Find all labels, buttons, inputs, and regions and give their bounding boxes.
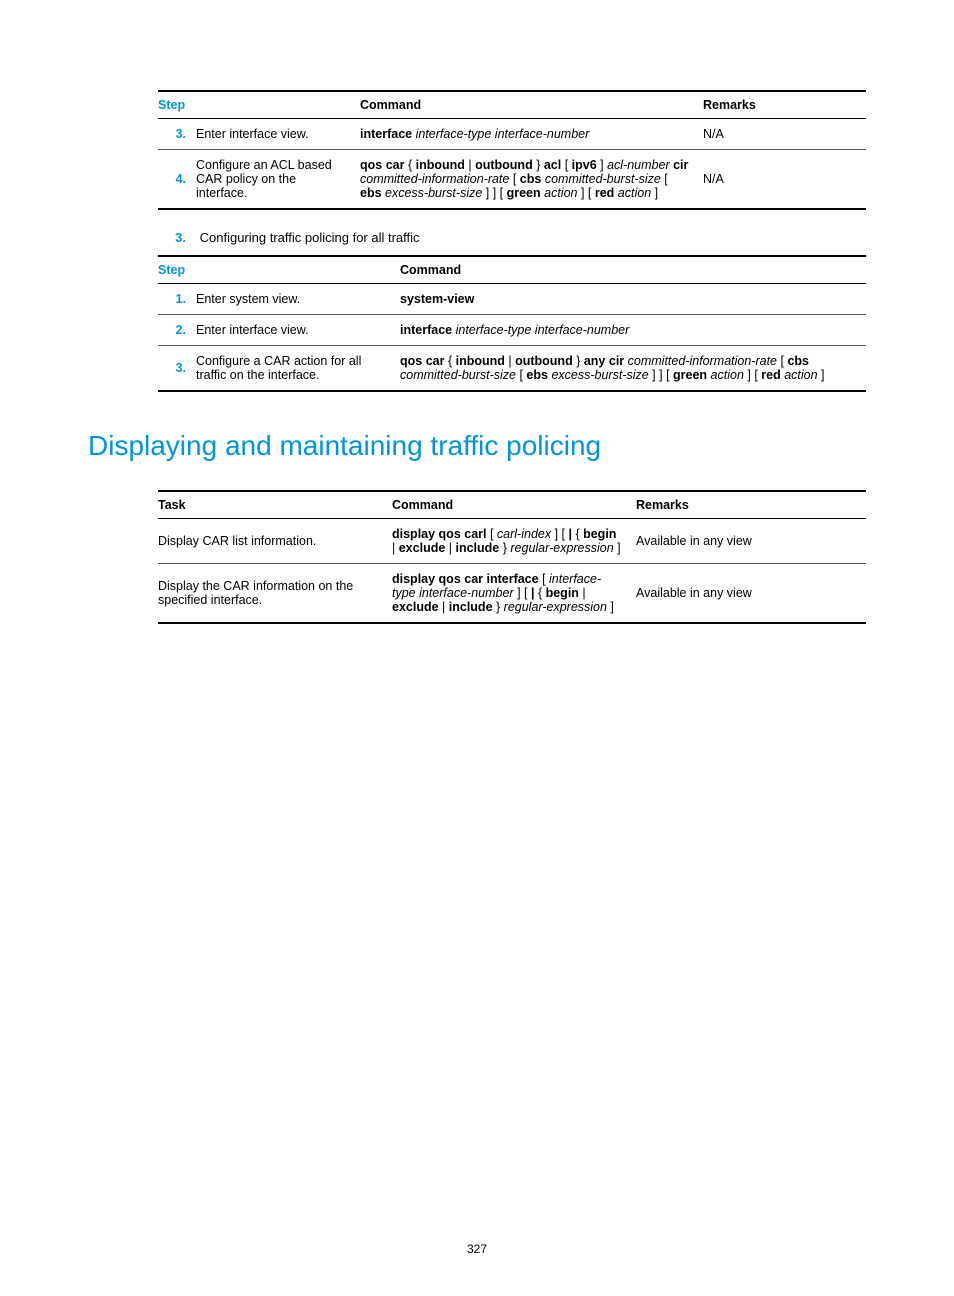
th-step: Step xyxy=(158,91,360,119)
step-table-2: Step Command 1.Enter system view.system-… xyxy=(158,255,866,392)
step-number: 4. xyxy=(158,150,196,210)
th-step: Step xyxy=(158,256,400,284)
step-description: Enter interface view. xyxy=(196,119,360,150)
page-number: 327 xyxy=(0,1242,954,1256)
intro-num: 3. xyxy=(158,230,186,245)
table-row: 3.Configure a CAR action for all traffic… xyxy=(158,346,866,392)
remarks-cell: Available in any view xyxy=(636,519,866,564)
command-cell: display qos carl [ carl-index ] [ | { be… xyxy=(392,519,636,564)
step-table-1: Step Command Remarks 3.Enter interface v… xyxy=(158,90,866,210)
task-cell: Display CAR list information. xyxy=(158,519,392,564)
command-cell: display qos car interface [ interface-ty… xyxy=(392,564,636,624)
th-command: Command xyxy=(400,256,866,284)
command-cell: qos car { inbound | outbound } acl [ ipv… xyxy=(360,150,703,210)
remarks-cell: N/A xyxy=(703,119,866,150)
step-description: Enter system view. xyxy=(196,284,400,315)
task-cell: Display the CAR information on the speci… xyxy=(158,564,392,624)
command-cell: interface interface-type interface-numbe… xyxy=(360,119,703,150)
th-task: Task xyxy=(158,491,392,519)
command-cell: system-view xyxy=(400,284,866,315)
th-command: Command xyxy=(360,91,703,119)
step-number: 2. xyxy=(158,315,196,346)
step-number: 1. xyxy=(158,284,196,315)
section-title: Displaying and maintaining traffic polic… xyxy=(88,430,866,462)
step-description: Configure a CAR action for all traffic o… xyxy=(196,346,400,392)
table-row: Display CAR list information.display qos… xyxy=(158,519,866,564)
remarks-cell: N/A xyxy=(703,150,866,210)
table-row: 4.Configure an ACL based CAR policy on t… xyxy=(158,150,866,210)
intro-line: 3. Configuring traffic policing for all … xyxy=(158,230,866,245)
table-row: Display the CAR information on the speci… xyxy=(158,564,866,624)
table-row: 3.Enter interface view.interface interfa… xyxy=(158,119,866,150)
step-number: 3. xyxy=(158,346,196,392)
command-cell: interface interface-type interface-numbe… xyxy=(400,315,866,346)
table-row: 2.Enter interface view.interface interfa… xyxy=(158,315,866,346)
remarks-cell: Available in any view xyxy=(636,564,866,624)
intro-text: Configuring traffic policing for all tra… xyxy=(200,230,420,245)
step-number: 3. xyxy=(158,119,196,150)
th-remarks: Remarks xyxy=(703,91,866,119)
step-description: Configure an ACL based CAR policy on the… xyxy=(196,150,360,210)
table-row: 1.Enter system view.system-view xyxy=(158,284,866,315)
step-description: Enter interface view. xyxy=(196,315,400,346)
command-cell: qos car { inbound | outbound } any cir c… xyxy=(400,346,866,392)
th-remarks: Remarks xyxy=(636,491,866,519)
task-table: Task Command Remarks Display CAR list in… xyxy=(158,490,866,624)
th-command: Command xyxy=(392,491,636,519)
